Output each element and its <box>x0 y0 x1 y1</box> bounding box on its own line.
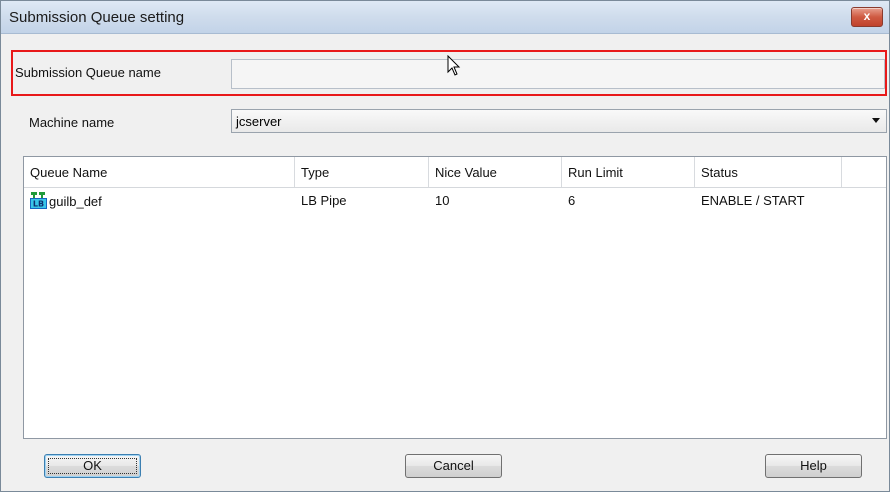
mouse-pointer-icon <box>447 54 461 80</box>
cell-queue-name: LB guilb_def <box>30 192 102 211</box>
queue-name-label: Submission Queue name <box>15 65 161 80</box>
title-bar: Submission Queue setting x <box>1 1 889 34</box>
queue-list-header: Queue Name Type Nice Value Run Limit Sta… <box>24 157 886 188</box>
machine-name-value: jcserver <box>236 114 282 129</box>
cancel-button-label: Cancel <box>433 458 474 473</box>
lb-queue-icon: LB <box>30 192 47 209</box>
cell-nice-value: 10 <box>435 193 450 208</box>
machine-name-label: Machine name <box>29 115 115 130</box>
cancel-button[interactable]: Cancel <box>405 454 502 478</box>
focus-indicator <box>48 458 137 474</box>
cell-type: LB Pipe <box>301 193 347 208</box>
close-button[interactable]: x <box>851 7 883 27</box>
column-header-nice-value[interactable]: Nice Value <box>429 157 562 187</box>
table-row[interactable]: LB guilb_def LB Pipe 10 6 ENABLE / START <box>24 192 886 212</box>
svg-text:LB: LB <box>33 200 44 209</box>
dialog-title: Submission Queue setting <box>9 9 185 26</box>
chevron-down-icon[interactable] <box>872 118 880 123</box>
column-header-run-limit[interactable]: Run Limit <box>562 157 695 187</box>
close-icon: x <box>863 9 871 23</box>
cell-run-limit: 6 <box>568 193 576 208</box>
queue-list[interactable]: Queue Name Type Nice Value Run Limit Sta… <box>23 156 887 439</box>
help-button[interactable]: Help <box>765 454 862 478</box>
queue-name-input[interactable] <box>231 59 885 89</box>
column-header-queue-name[interactable]: Queue Name <box>24 157 295 187</box>
machine-name-select[interactable]: jcserver <box>231 109 887 133</box>
ok-button[interactable]: OK <box>44 454 141 478</box>
help-button-label: Help <box>800 458 827 473</box>
queue-name-text: guilb_def <box>49 194 102 209</box>
submission-queue-dialog: Submission Queue setting x Submission Qu… <box>0 0 890 492</box>
column-header-status[interactable]: Status <box>695 157 842 187</box>
cell-status: ENABLE / START <box>701 193 805 208</box>
column-header-type[interactable]: Type <box>295 157 429 187</box>
